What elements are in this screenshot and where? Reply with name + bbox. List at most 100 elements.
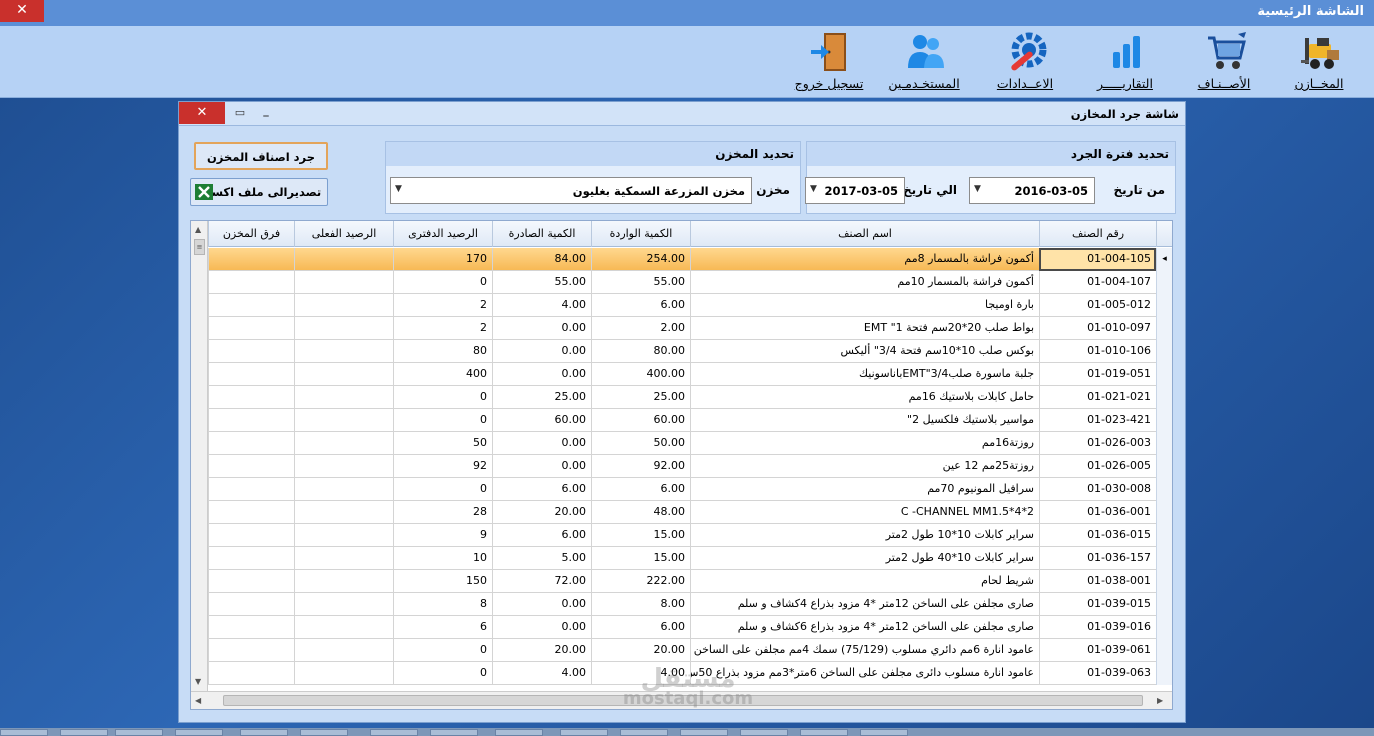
cell-book-balance[interactable]: 0 xyxy=(393,639,492,662)
cell-difference[interactable] xyxy=(208,455,294,478)
child-minimize-button[interactable]: _ xyxy=(259,105,273,120)
cell-qty-in[interactable]: 400.00 xyxy=(591,363,690,386)
cell-qty-out[interactable]: 0.00 xyxy=(492,432,591,455)
table-row[interactable]: 01-036-157 سراير كابلات 10*40 طول 2متر 15.… xyxy=(191,547,1172,570)
cell-difference[interactable] xyxy=(208,386,294,409)
row-header[interactable] xyxy=(1156,524,1172,547)
toolbar-reports-button[interactable]: التقاريـــــر xyxy=(1084,28,1166,96)
cell-actual-balance[interactable] xyxy=(294,524,393,547)
row-header[interactable] xyxy=(1156,501,1172,524)
scroll-left-arrow-icon[interactable]: ◀ xyxy=(195,696,201,705)
taskbar-item[interactable] xyxy=(370,729,418,736)
cell-item-code[interactable]: 01-026-005 xyxy=(1039,455,1156,478)
row-header[interactable] xyxy=(1156,616,1172,639)
row-header[interactable] xyxy=(1156,294,1172,317)
table-row[interactable]: 01-010-097 بواط صلب 20*20سم فتحة 1" EMT 2.… xyxy=(191,317,1172,340)
cell-item-code[interactable]: 01-023-421 xyxy=(1039,409,1156,432)
toolbar-stores-button[interactable]: المخــازن xyxy=(1278,28,1360,96)
cell-item-code[interactable]: 01-021-021 xyxy=(1039,386,1156,409)
cell-item-code[interactable]: 01-036-015 xyxy=(1039,524,1156,547)
toolbar-users-button[interactable]: المستخـدمـين xyxy=(883,28,965,96)
cell-item-name[interactable]: صارى مجلفن على الساخن 12متر *4 مزود بذرا… xyxy=(690,593,1039,616)
toolbar-settings-button[interactable]: الاعــدادات xyxy=(984,28,1066,96)
cell-item-name[interactable]: أكمون فراشة بالمسمار 8مم xyxy=(690,248,1039,271)
row-header[interactable] xyxy=(1156,662,1172,685)
table-row[interactable]: 01-004-107 أكمون فراشة بالمسمار 10مم 55.00… xyxy=(191,271,1172,294)
scroll-right-arrow-icon[interactable]: ▶ xyxy=(1157,696,1163,705)
row-header[interactable] xyxy=(1156,363,1172,386)
cell-qty-in[interactable]: 2.00 xyxy=(591,317,690,340)
cell-item-code[interactable]: 01-019-051 xyxy=(1039,363,1156,386)
cell-qty-out[interactable]: 4.00 xyxy=(492,662,591,685)
cell-actual-balance[interactable] xyxy=(294,294,393,317)
cell-difference[interactable] xyxy=(208,432,294,455)
table-row[interactable]: 01-039-015 صارى مجلفن على الساخن 12متر *4… xyxy=(191,593,1172,616)
to-date-picker[interactable]: 2017-03-05 ▼ xyxy=(805,177,905,204)
cell-item-name[interactable]: بارة اوميجا xyxy=(690,294,1039,317)
cell-qty-in[interactable]: 15.00 xyxy=(591,547,690,570)
cell-qty-in[interactable]: 6.00 xyxy=(591,478,690,501)
cell-qty-out[interactable]: 0.00 xyxy=(492,455,591,478)
cell-difference[interactable] xyxy=(208,616,294,639)
cell-book-balance[interactable]: 6 xyxy=(393,616,492,639)
cell-qty-out[interactable]: 84.00 xyxy=(492,248,591,271)
cell-qty-out[interactable]: 0.00 xyxy=(492,340,591,363)
cell-qty-in[interactable]: 15.00 xyxy=(591,524,690,547)
cell-actual-balance[interactable] xyxy=(294,501,393,524)
taskbar-item[interactable] xyxy=(620,729,668,736)
cell-actual-balance[interactable] xyxy=(294,409,393,432)
cell-qty-out[interactable]: 0.00 xyxy=(492,363,591,386)
taskbar-item[interactable] xyxy=(560,729,608,736)
row-header[interactable] xyxy=(1156,317,1172,340)
cell-item-code[interactable]: 01-010-097 xyxy=(1039,317,1156,340)
cell-actual-balance[interactable] xyxy=(294,547,393,570)
taskbar-item[interactable] xyxy=(680,729,728,736)
table-row[interactable]: 01-039-061 عامود انارة 6مم دائري مسلوب (7… xyxy=(191,639,1172,662)
cell-item-name[interactable]: حامل كابلات بلاستيك 16مم xyxy=(690,386,1039,409)
cell-qty-in[interactable]: 254.00 xyxy=(591,248,690,271)
taskbar-item[interactable] xyxy=(800,729,848,736)
col-header-qty-in[interactable]: الكمية الواردة xyxy=(591,221,690,247)
cell-item-name[interactable]: شريط لحام xyxy=(690,570,1039,593)
col-header-qty-out[interactable]: الكمية الصادرة xyxy=(492,221,591,247)
row-header[interactable]: ◂ xyxy=(1156,248,1172,271)
cell-difference[interactable] xyxy=(208,501,294,524)
cell-actual-balance[interactable] xyxy=(294,363,393,386)
child-close-button[interactable]: ✕ xyxy=(179,102,225,124)
cell-book-balance[interactable]: 80 xyxy=(393,340,492,363)
from-date-picker[interactable]: 2016-03-05 ▼ xyxy=(969,177,1095,204)
cell-qty-out[interactable]: 6.00 xyxy=(492,478,591,501)
cell-qty-out[interactable]: 72.00 xyxy=(492,570,591,593)
table-row[interactable]: 01-030-008 سرافيل المونيوم 70مم 6.00 6.00 0 xyxy=(191,478,1172,501)
row-header[interactable] xyxy=(1156,570,1172,593)
cell-item-name[interactable]: سرافيل المونيوم 70مم xyxy=(690,478,1039,501)
col-header-difference[interactable]: فرق المخزن xyxy=(208,221,294,247)
taskbar-item[interactable] xyxy=(740,729,788,736)
table-row[interactable]: 01-026-005 روزتة25مم 12 عين 92.00 0.00 92 xyxy=(191,455,1172,478)
cell-qty-out[interactable]: 0.00 xyxy=(492,317,591,340)
cell-item-name[interactable]: بواط صلب 20*20سم فتحة 1" EMT xyxy=(690,317,1039,340)
cell-item-name[interactable]: جلبة ماسورة صلب3/4"EMTباناسونيك xyxy=(690,363,1039,386)
cell-item-name[interactable]: سراير كابلات 10*10 طول 2متر xyxy=(690,524,1039,547)
cell-actual-balance[interactable] xyxy=(294,340,393,363)
cell-qty-in[interactable]: 60.00 xyxy=(591,409,690,432)
cell-difference[interactable] xyxy=(208,271,294,294)
cell-actual-balance[interactable] xyxy=(294,386,393,409)
cell-actual-balance[interactable] xyxy=(294,593,393,616)
cell-qty-in[interactable]: 8.00 xyxy=(591,593,690,616)
cell-item-code[interactable]: 01-004-105 xyxy=(1039,248,1156,271)
cell-item-code[interactable]: 01-036-157 xyxy=(1039,547,1156,570)
cell-qty-in[interactable]: 80.00 xyxy=(591,340,690,363)
cell-item-name[interactable]: بوكس صلب 10*10سم فتحة 3/4" أليكس xyxy=(690,340,1039,363)
cell-book-balance[interactable]: 400 xyxy=(393,363,492,386)
cell-item-name[interactable]: أكمون فراشة بالمسمار 10مم xyxy=(690,271,1039,294)
row-header[interactable] xyxy=(1156,593,1172,616)
col-header-item-code[interactable]: رقم الصنف xyxy=(1039,221,1156,247)
cell-difference[interactable] xyxy=(208,524,294,547)
cell-qty-in[interactable]: 50.00 xyxy=(591,432,690,455)
cell-book-balance[interactable]: 28 xyxy=(393,501,492,524)
cell-book-balance[interactable]: 0 xyxy=(393,271,492,294)
cell-qty-out[interactable]: 0.00 xyxy=(492,616,591,639)
row-header[interactable] xyxy=(1156,639,1172,662)
cell-qty-out[interactable]: 20.00 xyxy=(492,639,591,662)
